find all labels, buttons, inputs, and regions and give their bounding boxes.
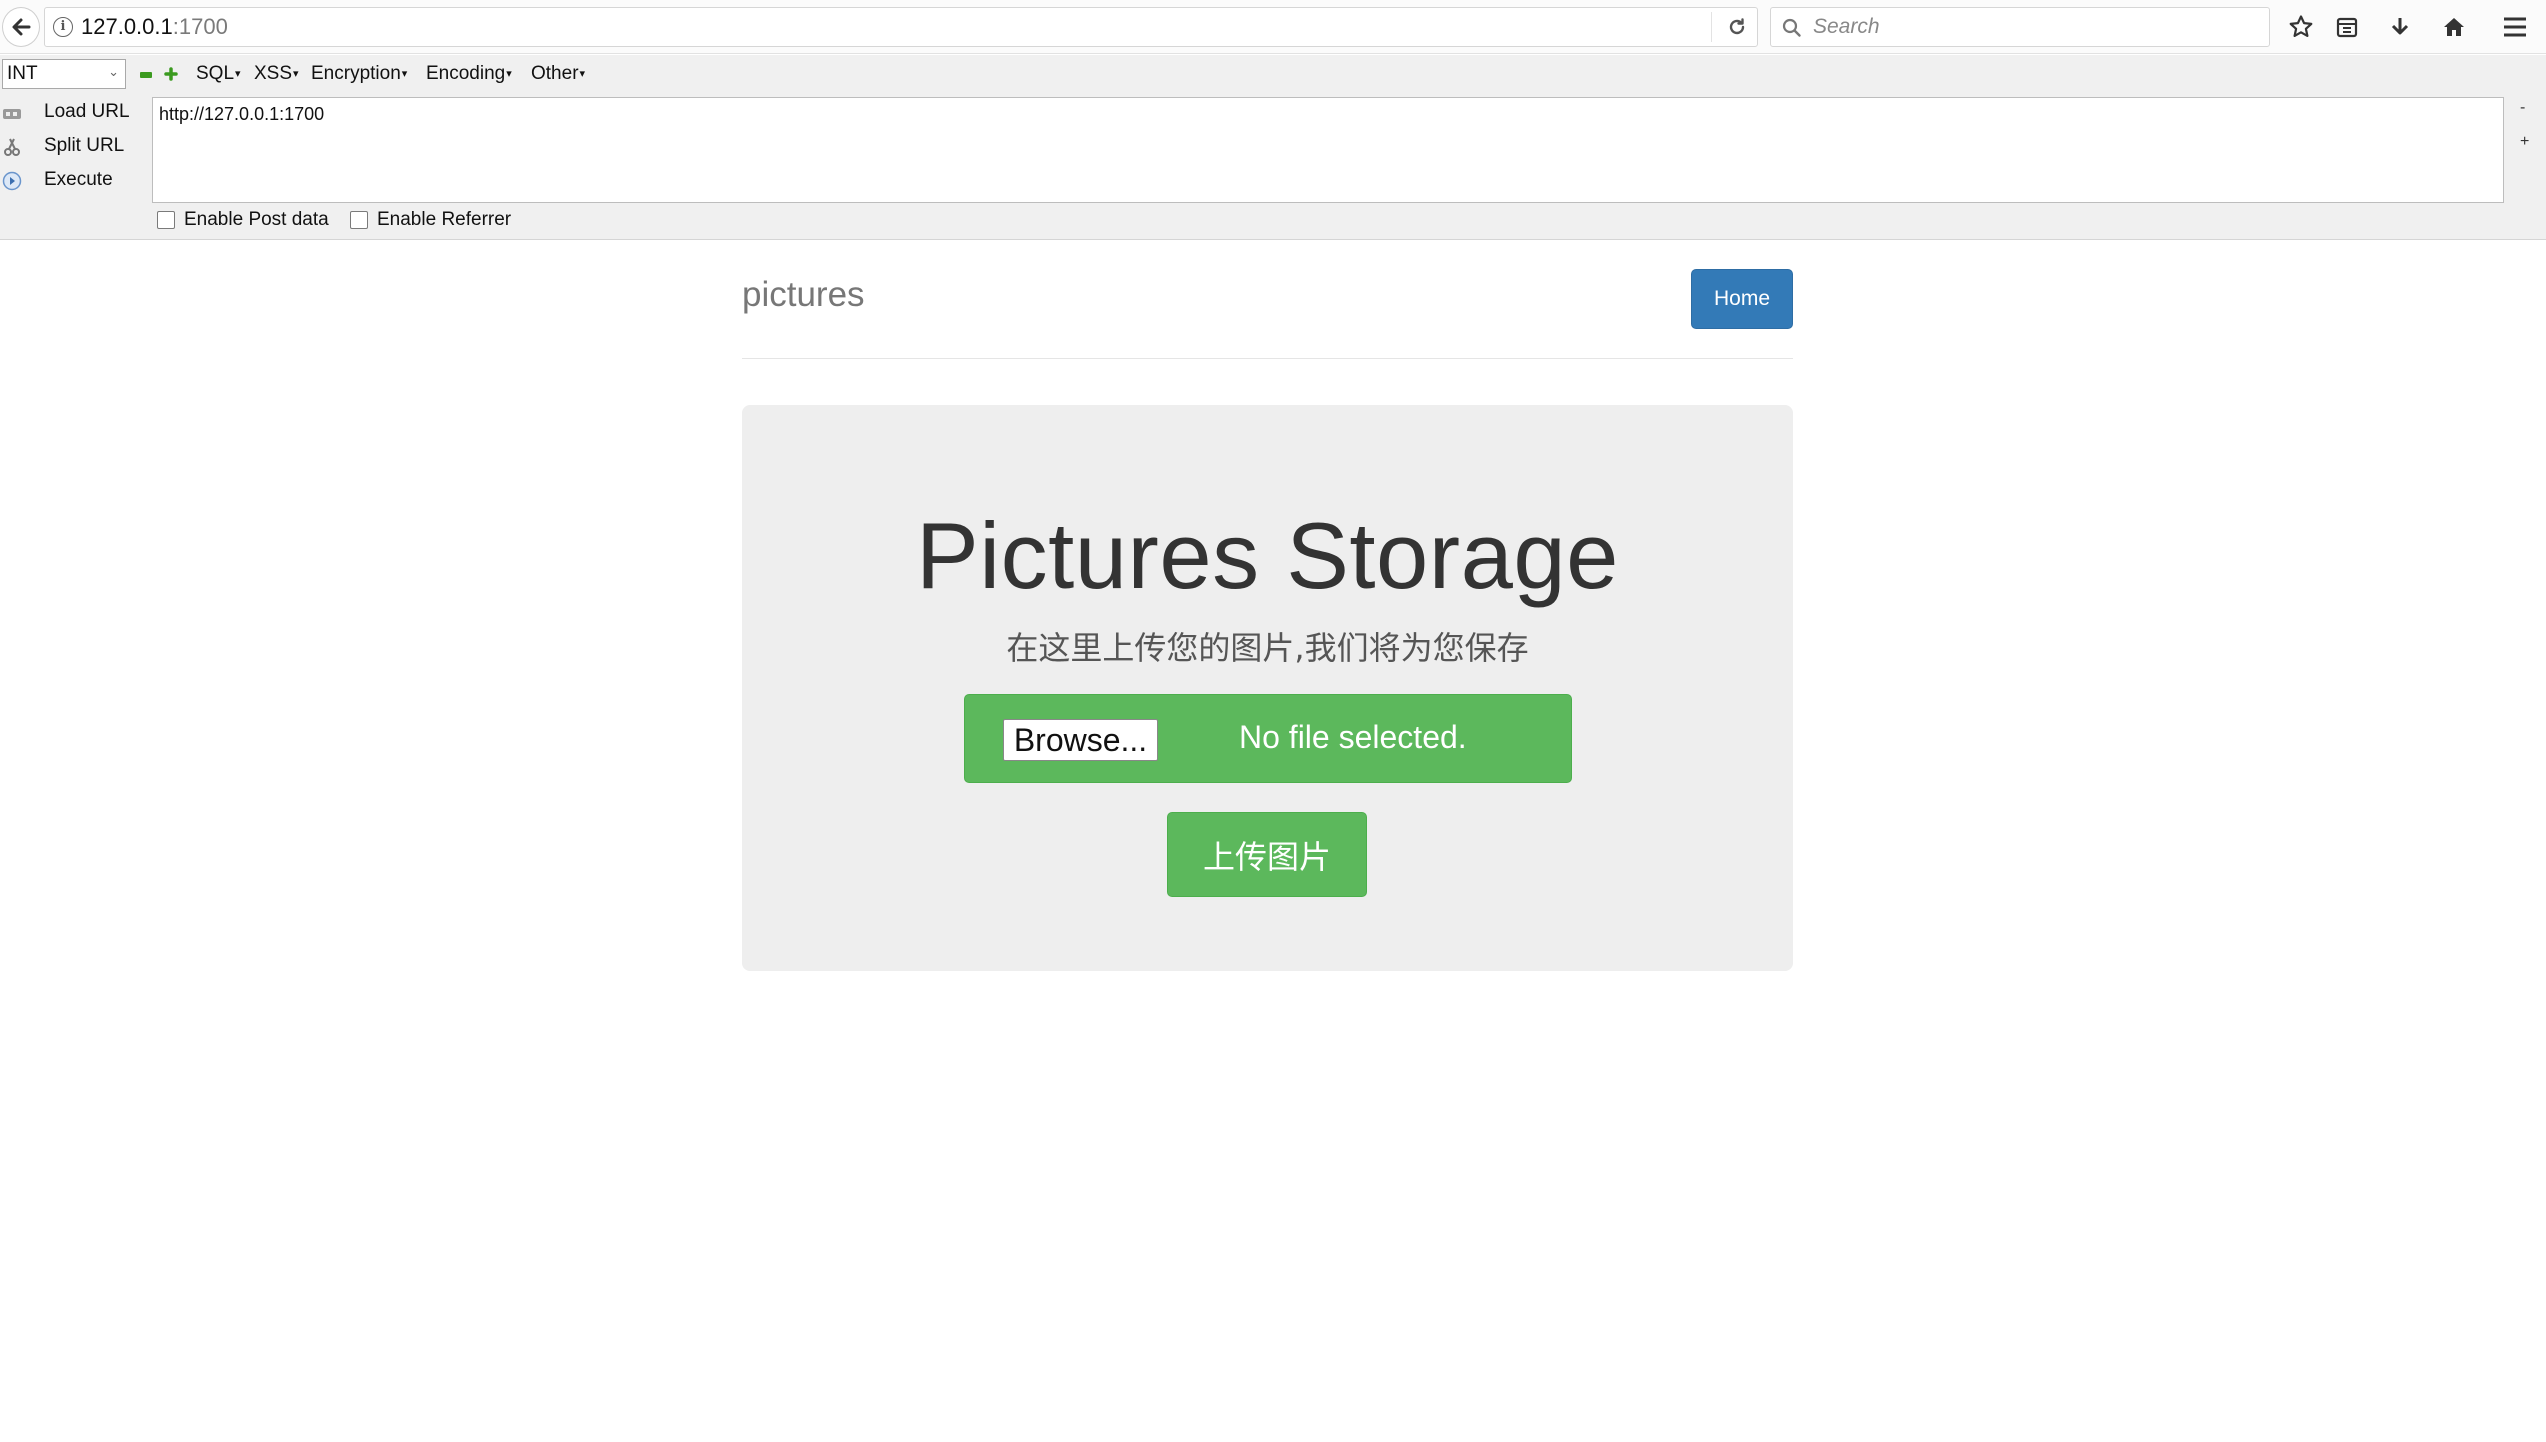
type-select-value: INT	[7, 63, 38, 84]
home-button[interactable]: Home	[1691, 269, 1793, 329]
address-bar[interactable]: i 127.0.0.1:1700	[44, 7, 1758, 47]
browse-button[interactable]: Browse...	[1003, 719, 1158, 761]
reload-icon[interactable]	[1727, 17, 1747, 37]
search-placeholder: Search	[1813, 15, 1880, 38]
url-textarea[interactable]: http://127.0.0.1:1700	[152, 97, 2504, 203]
search-icon	[1782, 18, 1801, 37]
decrease-icon[interactable]	[140, 72, 152, 78]
bookmark-star-icon[interactable]	[2284, 10, 2318, 44]
checkbox-box[interactable]	[350, 211, 368, 229]
home-icon[interactable]	[2437, 10, 2471, 44]
upload-button[interactable]: 上传图片	[1167, 812, 1367, 897]
menu-sql[interactable]: SQL▾	[196, 63, 241, 85]
chevron-down-icon: ⌄	[108, 64, 119, 79]
hackbar-panel: INT ⌄ SQL▾ XSS▾ Encryption▾ Encoding▾ Ot…	[0, 55, 2546, 240]
address-divider	[1711, 12, 1712, 42]
menu-encoding[interactable]: Encoding▾	[426, 63, 512, 85]
page-title: Pictures Storage	[916, 503, 1619, 608]
execute-icon	[2, 171, 22, 191]
file-status-text: No file selected.	[1239, 719, 1467, 755]
reading-list-icon[interactable]	[2330, 10, 2364, 44]
menu-xss[interactable]: XSS▾	[254, 63, 299, 85]
split-url-button[interactable]: Split URL	[0, 131, 150, 163]
site-info-icon[interactable]: i	[53, 17, 73, 37]
back-button[interactable]	[2, 4, 40, 50]
upload-panel: Pictures Storage 在这里上传您的图片,我们将为您保存 Brows…	[742, 405, 1793, 971]
type-select[interactable]: INT ⌄	[2, 59, 126, 89]
enable-referrer-checkbox[interactable]: Enable Referrer	[350, 209, 511, 231]
page-header: pictures Home	[742, 269, 1793, 359]
checkbox-box[interactable]	[157, 211, 175, 229]
menu-encryption[interactable]: Encryption▾	[311, 63, 407, 85]
expand-button[interactable]: +	[2520, 133, 2529, 151]
load-url-icon	[3, 109, 21, 119]
increase-icon[interactable]	[164, 67, 178, 81]
page-subtitle: 在这里上传您的图片,我们将为您保存	[1006, 629, 1529, 667]
load-url-button[interactable]: Load URL	[0, 97, 150, 129]
menu-other[interactable]: Other▾	[531, 63, 585, 85]
browser-toolbar: i 127.0.0.1:1700 Search	[0, 0, 2546, 54]
execute-button[interactable]: Execute	[0, 165, 150, 197]
back-arrow-icon	[12, 18, 31, 36]
enable-post-data-checkbox[interactable]: Enable Post data	[157, 209, 329, 231]
address-text[interactable]: 127.0.0.1:1700	[81, 14, 228, 40]
file-input[interactable]: Browse... No file selected.	[964, 694, 1572, 783]
shrink-button[interactable]: -	[2520, 99, 2525, 117]
site-brand[interactable]: pictures	[742, 275, 865, 315]
split-url-icon	[4, 138, 20, 156]
menu-icon[interactable]	[2498, 10, 2532, 44]
downloads-icon[interactable]	[2383, 10, 2417, 44]
search-bar[interactable]: Search	[1770, 7, 2270, 47]
